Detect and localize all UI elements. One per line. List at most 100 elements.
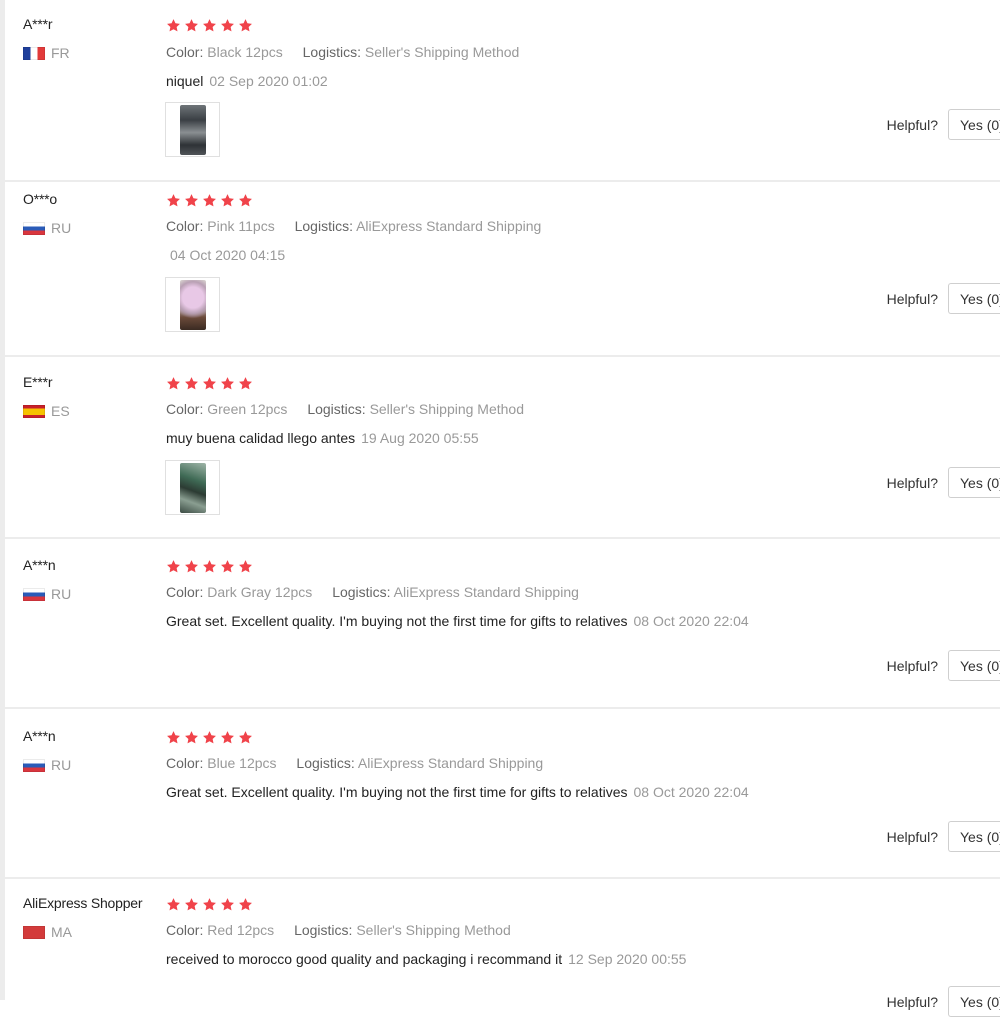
star-icon [220, 376, 235, 391]
review-sku-info: Color: Black 12pcs Logistics: Seller's S… [166, 44, 519, 60]
reviewer-country: FR [23, 45, 70, 61]
review-divider [5, 355, 1000, 357]
star-icon [202, 897, 217, 912]
star-icon [184, 559, 199, 574]
helpful-label: Helpful? [886, 474, 938, 491]
logistics-label: Logistics: [294, 922, 353, 938]
flag-es-icon [23, 404, 45, 418]
review-photo[interactable] [165, 277, 220, 332]
review-divider [5, 180, 1000, 182]
helpful-control: Helpful? Yes (0) [887, 109, 1000, 140]
star-icon [202, 730, 217, 745]
photo-image [179, 104, 206, 155]
star-icon [238, 559, 253, 574]
star-icon [166, 730, 181, 745]
star-icon [184, 376, 199, 391]
review-body: received to morocco good quality and pac… [166, 951, 563, 967]
logistics-label: Logistics: [332, 584, 391, 600]
review-date: 12 Sep 2020 00:55 [568, 951, 687, 967]
reviewer-country: RU [23, 220, 71, 236]
review-sku-info: Color: Green 12pcs Logistics: Seller's S… [166, 401, 524, 417]
color-label: Color: [166, 44, 204, 60]
star-rating [166, 897, 253, 912]
country-code: RU [51, 586, 72, 602]
review-divider [5, 877, 1000, 879]
logistics-label: Logistics: [294, 218, 353, 234]
helpful-yes-button[interactable]: Yes (0) [948, 109, 1000, 140]
reviewer-name: AliExpress Shopper [23, 895, 143, 911]
review-sku-info: Color: Blue 12pcs Logistics: AliExpress … [166, 755, 543, 771]
helpful-label: Helpful? [886, 290, 938, 307]
helpful-control: Helpful? Yes (0) [887, 467, 1000, 498]
review-sku-info: Color: Pink 11pcs Logistics: AliExpress … [166, 218, 541, 234]
country-code: FR [51, 45, 70, 61]
helpful-yes-button[interactable]: Yes (0) [948, 283, 1000, 314]
review-body: Great set. Excellent quality. I'm buying… [166, 784, 628, 800]
left-border [0, 0, 5, 1000]
color-label: Color: [166, 218, 204, 234]
helpful-label: Helpful? [886, 993, 938, 1010]
star-icon [166, 897, 181, 912]
logistics-label: Logistics: [296, 755, 355, 771]
review-photo[interactable] [165, 460, 220, 515]
country-code: ES [51, 403, 70, 419]
star-icon [184, 897, 199, 912]
review-body: niquel [166, 73, 204, 89]
review-sku-info: Color: Red 12pcs Logistics: Seller's Shi… [166, 922, 511, 938]
reviewer-name: A***r [23, 16, 53, 32]
color-value: Black 12pcs [207, 44, 283, 60]
review-body: Great set. Excellent quality. I'm buying… [166, 613, 628, 629]
logistics-value: Seller's Shipping Method [369, 401, 524, 417]
star-icon [202, 559, 217, 574]
review-date: 08 Oct 2020 22:04 [633, 784, 749, 800]
color-value: Pink 11pcs [207, 218, 275, 234]
star-icon [166, 376, 181, 391]
reviewer-country: RU [23, 586, 71, 602]
logistics-value: Seller's Shipping Method [364, 44, 520, 60]
logistics-value: AliExpress Standard Shipping [357, 755, 544, 771]
reviewer-country: ES [23, 403, 70, 419]
review-date: 04 Oct 2020 04:15 [170, 247, 286, 263]
star-icon [220, 559, 235, 574]
logistics-value: Seller's Shipping Method [356, 922, 511, 938]
helpful-control: Helpful? Yes (0) [887, 283, 1000, 314]
country-code: RU [51, 757, 72, 773]
country-code: MA [51, 924, 72, 940]
reviewer-name: E***r [23, 374, 53, 390]
star-icon [238, 897, 253, 912]
star-icon [184, 18, 199, 33]
color-value: Red 12pcs [207, 922, 275, 938]
flag-ru-icon [23, 758, 45, 772]
star-icon [202, 376, 217, 391]
star-icon [220, 193, 235, 208]
review-photo[interactable] [165, 102, 220, 157]
review-divider [5, 537, 1000, 539]
helpful-control: Helpful? Yes (0) [887, 650, 1000, 681]
color-value: Dark Gray 12pcs [207, 584, 313, 600]
color-label: Color: [166, 922, 204, 938]
helpful-yes-button[interactable]: Yes (0) [948, 986, 1000, 1017]
reviewer-name: O***o [23, 191, 58, 207]
photo-image [179, 279, 206, 330]
helpful-yes-button[interactable]: Yes (0) [948, 821, 1000, 852]
star-icon [238, 193, 253, 208]
star-rating [166, 193, 253, 208]
helpful-label: Helpful? [886, 116, 938, 133]
helpful-control: Helpful? Yes (0) [887, 821, 1000, 852]
star-icon [184, 730, 199, 745]
helpful-yes-button[interactable]: Yes (0) [948, 650, 1000, 681]
helpful-yes-button[interactable]: Yes (0) [948, 467, 1000, 498]
star-icon [202, 18, 217, 33]
helpful-control: Helpful? Yes (0) [887, 986, 1000, 1017]
helpful-label: Helpful? [886, 657, 938, 674]
review-date: 19 Aug 2020 05:55 [361, 430, 479, 446]
star-icon [202, 193, 217, 208]
star-rating [166, 376, 253, 391]
review-divider [5, 707, 1000, 709]
star-icon [220, 18, 235, 33]
color-value: Green 12pcs [207, 401, 288, 417]
star-icon [166, 18, 181, 33]
review-date: 08 Oct 2020 22:04 [633, 613, 749, 629]
reviewer-country: MA [23, 924, 72, 940]
star-icon [166, 193, 181, 208]
